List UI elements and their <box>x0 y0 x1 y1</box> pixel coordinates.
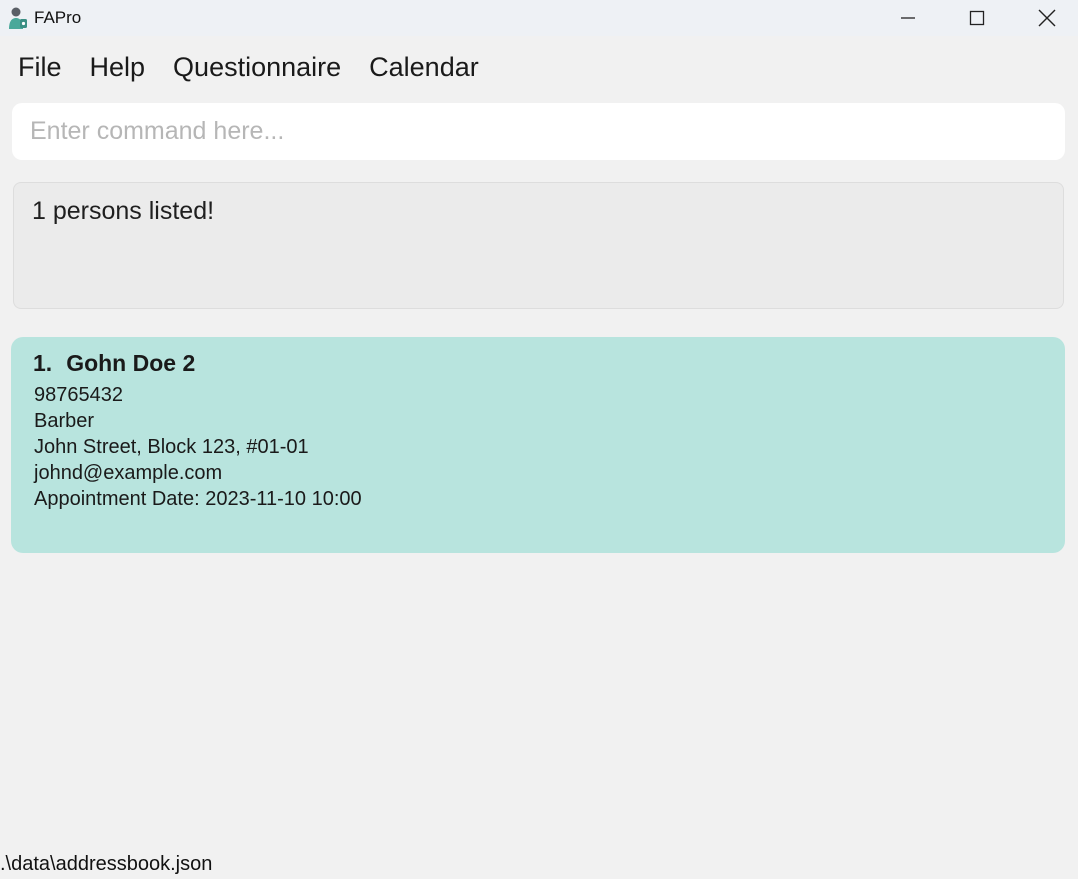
command-box <box>12 103 1065 160</box>
person-appointment: Appointment Date: 2023-11-10 10:00 <box>34 488 362 510</box>
menu-file[interactable]: File <box>0 40 76 94</box>
menu-help[interactable]: Help <box>76 40 160 94</box>
person-occupation: Barber <box>34 410 95 432</box>
result-message: 1 persons listed! <box>32 197 215 225</box>
person-app-icon <box>9 7 27 29</box>
person-card[interactable]: 1. Gohn Doe 2 98765432 Barber John Stree… <box>11 337 1065 553</box>
command-input[interactable] <box>12 103 1065 160</box>
person-email: johnd@example.com <box>34 462 223 484</box>
close-icon <box>1038 9 1056 27</box>
window-title: FAPro <box>34 8 82 27</box>
menu-questionnaire[interactable]: Questionnaire <box>159 40 355 94</box>
menu-bar: File Help Questionnaire Calendar <box>0 40 493 94</box>
menu-calendar[interactable]: Calendar <box>355 40 493 94</box>
person-header: 1. Gohn Doe 2 <box>33 350 195 377</box>
person-address: John Street, Block 123, #01-01 <box>34 436 309 458</box>
person-name: Gohn Doe 2 <box>66 350 196 376</box>
person-phone: 98765432 <box>34 384 123 406</box>
minimize-button[interactable] <box>878 0 938 36</box>
maximize-button[interactable] <box>947 0 1007 36</box>
maximize-icon <box>969 10 985 26</box>
status-bar-path: .\data\addressbook.json <box>0 853 213 875</box>
close-button[interactable] <box>1017 0 1077 36</box>
title-bar: FAPro <box>0 0 1078 36</box>
result-display[interactable]: 1 persons listed! <box>13 182 1064 309</box>
minimize-icon <box>901 17 915 19</box>
person-index: 1. <box>33 350 53 376</box>
